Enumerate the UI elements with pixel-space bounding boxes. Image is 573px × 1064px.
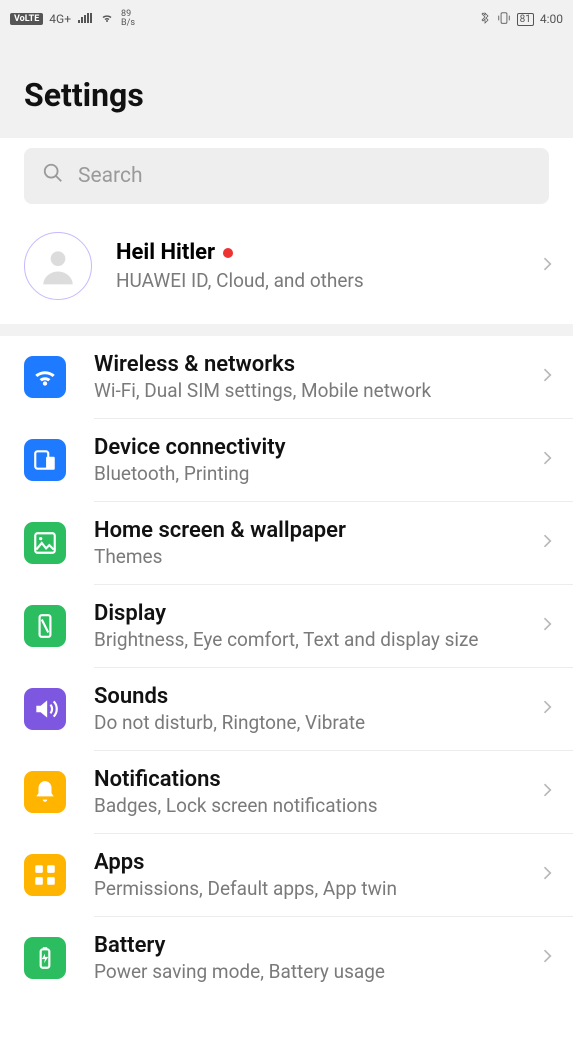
notification-dot-icon bbox=[223, 248, 233, 258]
status-bar: VoLTE 4G+ 89 B/s 81 4:00 bbox=[0, 0, 573, 38]
chevron-right-icon bbox=[537, 697, 557, 721]
row-subtext: Bluetooth, Printing bbox=[94, 462, 537, 485]
section-separator bbox=[0, 324, 573, 336]
row-title: Apps bbox=[94, 850, 537, 875]
row-subtext: Wi-Fi, Dual SIM settings, Mobile network bbox=[94, 379, 537, 402]
row-subtext: Badges, Lock screen notifications bbox=[94, 794, 537, 817]
devices-icon bbox=[24, 439, 66, 481]
sound-icon bbox=[24, 688, 66, 730]
account-subtext: HUAWEI ID, Cloud, and others bbox=[116, 269, 537, 292]
row-title: Device connectivity bbox=[94, 435, 537, 460]
chevron-right-icon bbox=[537, 365, 557, 389]
signal-bars-icon bbox=[77, 12, 93, 27]
apps-icon bbox=[24, 854, 66, 896]
bell-icon bbox=[24, 771, 66, 813]
wifi-icon bbox=[99, 12, 115, 27]
network-speed: 89 B/s bbox=[121, 10, 135, 28]
settings-row-phone[interactable]: Display Brightness, Eye comfort, Text an… bbox=[0, 585, 573, 667]
wifi-icon bbox=[24, 356, 66, 398]
row-subtext: Permissions, Default apps, App twin bbox=[94, 877, 537, 900]
bluetooth-icon bbox=[479, 11, 491, 28]
settings-row-bell[interactable]: Notifications Badges, Lock screen notifi… bbox=[0, 751, 573, 833]
status-right: 81 4:00 bbox=[479, 11, 563, 28]
search-placeholder: Search bbox=[78, 164, 143, 188]
search-input[interactable]: Search bbox=[24, 148, 549, 204]
row-title: Home screen & wallpaper bbox=[94, 518, 537, 543]
chevron-right-icon bbox=[537, 863, 557, 887]
settings-row-image[interactable]: Home screen & wallpaper Themes bbox=[0, 502, 573, 584]
settings-row-sound[interactable]: Sounds Do not disturb, Ringtone, Vibrate bbox=[0, 668, 573, 750]
settings-row-wifi[interactable]: Wireless & networks Wi-Fi, Dual SIM sett… bbox=[0, 336, 573, 418]
row-title: Sounds bbox=[94, 684, 537, 709]
row-subtext: Themes bbox=[94, 545, 537, 568]
status-left: VoLTE 4G+ 89 B/s bbox=[10, 10, 135, 28]
chevron-right-icon bbox=[537, 448, 557, 472]
settings-row-devices[interactable]: Device connectivity Bluetooth, Printing bbox=[0, 419, 573, 501]
volte-icon: VoLTE bbox=[10, 13, 43, 25]
avatar bbox=[24, 232, 92, 300]
row-subtext: Brightness, Eye comfort, Text and displa… bbox=[94, 628, 537, 651]
signal-icon: 4G+ bbox=[49, 12, 71, 26]
row-title: Wireless & networks bbox=[94, 352, 537, 377]
account-name: Heil Hitler bbox=[116, 240, 215, 265]
row-subtext: Do not disturb, Ringtone, Vibrate bbox=[94, 711, 537, 734]
settings-row-apps[interactable]: Apps Permissions, Default apps, App twin bbox=[0, 834, 573, 916]
page-title: Settings bbox=[24, 76, 549, 114]
account-row[interactable]: Heil Hitler HUAWEI ID, Cloud, and others bbox=[0, 214, 573, 324]
battery-icon bbox=[24, 937, 66, 979]
chevron-right-icon bbox=[537, 531, 557, 555]
row-title: Notifications bbox=[94, 767, 537, 792]
row-title: Display bbox=[94, 601, 537, 626]
settings-list: Wireless & networks Wi-Fi, Dual SIM sett… bbox=[0, 336, 573, 999]
chevron-right-icon bbox=[537, 780, 557, 804]
settings-row-battery[interactable]: Battery Power saving mode, Battery usage bbox=[0, 917, 573, 999]
search-icon bbox=[42, 162, 64, 190]
phone-icon bbox=[24, 605, 66, 647]
chevron-right-icon bbox=[537, 254, 557, 278]
image-icon bbox=[24, 522, 66, 564]
vibrate-icon bbox=[497, 11, 511, 28]
chevron-right-icon bbox=[537, 614, 557, 638]
chevron-right-icon bbox=[537, 946, 557, 970]
search-container: Search bbox=[0, 138, 573, 214]
row-title: Battery bbox=[94, 933, 537, 958]
page-header: Settings bbox=[0, 38, 573, 138]
battery-icon: 81 bbox=[517, 13, 534, 26]
clock: 4:00 bbox=[540, 12, 563, 26]
row-subtext: Power saving mode, Battery usage bbox=[94, 960, 537, 983]
